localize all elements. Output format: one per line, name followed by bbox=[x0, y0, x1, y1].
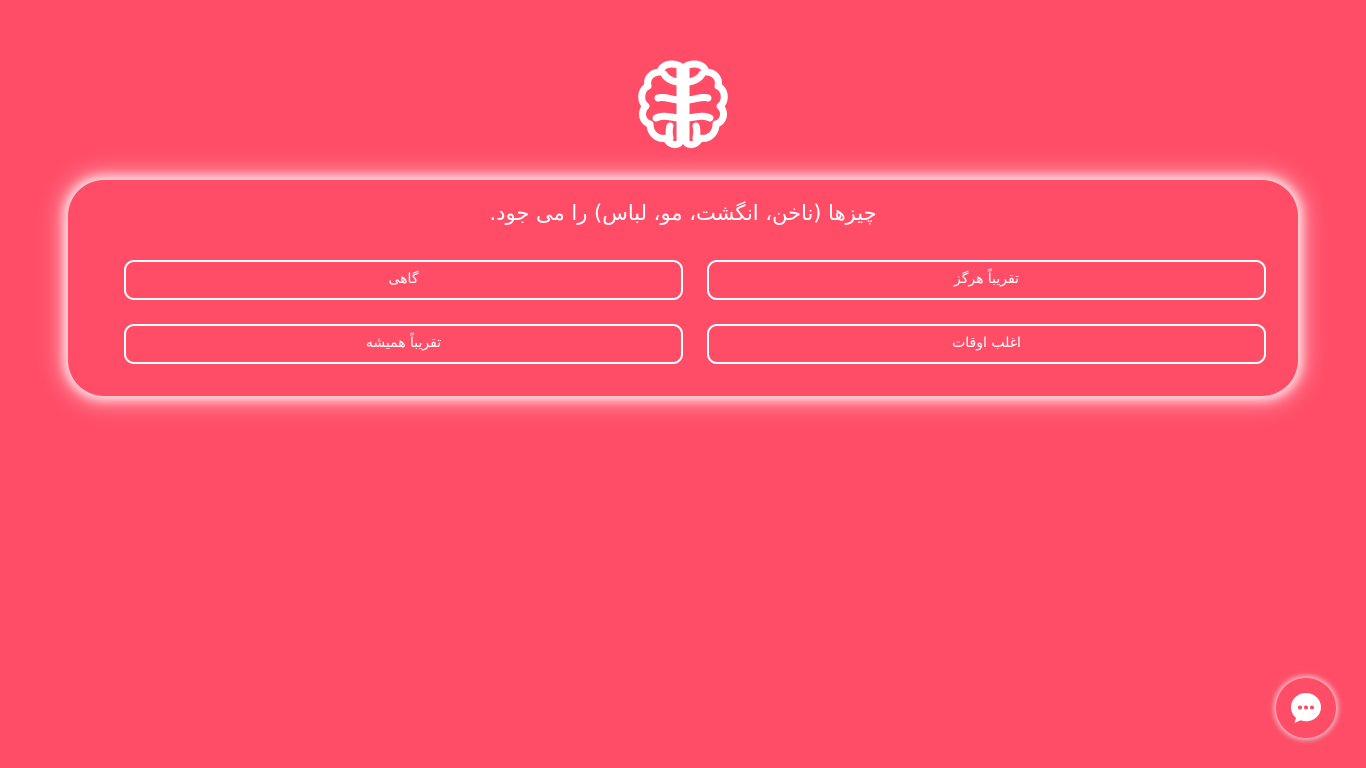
brain-icon bbox=[636, 60, 730, 150]
question-text: چیزها (ناخن، انگشت، مو، لباس) را می جود. bbox=[489, 201, 877, 225]
chat-button[interactable] bbox=[1276, 678, 1336, 738]
option-sometimes-button[interactable]: گاهی bbox=[124, 260, 683, 300]
option-almost-always-button[interactable]: تقریباً همیشه bbox=[124, 324, 683, 364]
option-often-button[interactable]: اغلب اوقات bbox=[707, 324, 1266, 364]
question-card: چیزها (ناخن، انگشت، مو، لباس) را می جود.… bbox=[68, 180, 1298, 396]
option-almost-never-button[interactable]: تقریباً هرگز bbox=[707, 260, 1266, 300]
chat-bubble-icon bbox=[1291, 693, 1321, 723]
